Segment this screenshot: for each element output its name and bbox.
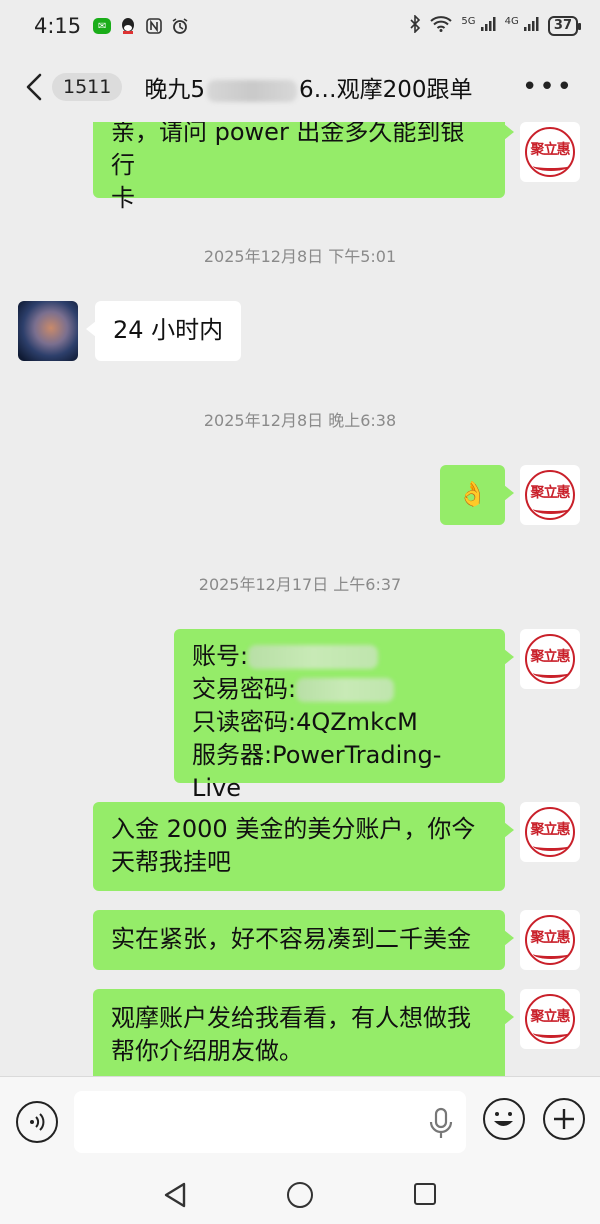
brand-logo-text: 聚立惠 — [530, 1009, 571, 1025]
my-avatar[interactable]: 聚立惠 — [520, 629, 580, 689]
incoming-message[interactable]: 24 小时内 — [85, 301, 242, 361]
brand-logo-text: 聚立惠 — [530, 930, 571, 946]
brand-logo-icon: 聚立惠 — [525, 807, 575, 857]
outgoing-message[interactable]: 账号: 交易密码: 只读密码:4QZmkcM 服务器:PowerTrading-… — [174, 629, 514, 802]
my-avatar[interactable]: 聚立惠 — [520, 465, 580, 525]
chat-title: 晚九5 6…观摩200跟单 — [144, 70, 472, 104]
more-options-icon[interactable]: ••• — [522, 72, 574, 102]
voice-wave-icon — [30, 1113, 45, 1131]
timestamp: 2025年12月8日 下午5:01 — [203, 247, 397, 266]
voice-mode-button[interactable] — [16, 1101, 58, 1143]
timestamp: 2025年12月17日 上午6:37 — [198, 575, 402, 594]
outgoing-message[interactable]: 亲，请问 power 出金多久能到银行 卡 — [93, 122, 514, 212]
alarm-icon — [171, 17, 189, 35]
my-avatar[interactable]: 聚立惠 — [520, 802, 580, 862]
brand-logo-icon: 聚立惠 — [525, 470, 575, 520]
redacted-title-text — [207, 79, 297, 102]
redacted-password — [296, 678, 395, 702]
account-label: 账号: — [192, 642, 249, 670]
brand-logo-text: 聚立惠 — [530, 649, 571, 665]
back-arrow-icon[interactable] — [20, 67, 48, 107]
message-text-input[interactable] — [74, 1091, 466, 1153]
battery-indicator: 37 — [547, 16, 582, 36]
trade-password-label: 交易密码: — [192, 675, 297, 703]
readonly-password-line: 只读密码:4QZmkcM — [192, 708, 418, 736]
message-text-line: 入金 2000 美金的美分账户，你今 — [111, 815, 476, 843]
system-navigation-bar — [0, 1168, 600, 1224]
chat-title-prefix: 晚九5 — [144, 77, 205, 103]
redacted-account — [248, 645, 379, 669]
message-list[interactable]: 亲，请问 power 出金多久能到银行 卡 聚立惠 2025年12月8日 下午5… — [0, 122, 600, 1076]
message-input-bar — [0, 1076, 600, 1168]
microphone-icon[interactable] — [428, 1107, 454, 1141]
message-text-line: 观摩账户发给我看看，有人想做我 — [111, 1004, 471, 1032]
nav-recents-icon[interactable] — [414, 1183, 436, 1205]
my-avatar[interactable]: 聚立惠 — [520, 910, 580, 970]
smiley-icon — [494, 1112, 513, 1126]
chat-header: 1511 晚九5 6…观摩200跟单 ••• — [0, 52, 600, 122]
status-time: 4:15 — [34, 14, 82, 38]
outgoing-message[interactable]: 入金 2000 美金的美分账户，你今 天帮我挂吧 — [93, 802, 514, 891]
timestamp: 2025年12月8日 晚上6:38 — [203, 411, 397, 430]
trade-password-line: 交易密码: — [192, 673, 487, 706]
outgoing-message[interactable]: 实在紧张，好不容易凑到二千美金 — [93, 910, 514, 970]
brand-logo-text: 聚立惠 — [530, 485, 571, 501]
plus-icon — [554, 1109, 574, 1129]
status-bar: 4:15 ✉ 5G 4G 37 — [0, 0, 600, 52]
server-line: 服务器:PowerTrading-Live — [192, 741, 442, 802]
qq-notification-icon — [119, 17, 137, 35]
outgoing-message[interactable]: 👌 — [440, 465, 514, 525]
more-functions-button[interactable] — [543, 1098, 585, 1140]
brand-logo-icon: 聚立惠 — [525, 634, 575, 684]
wifi-icon — [430, 16, 453, 36]
nav-back-icon[interactable] — [163, 1182, 187, 1212]
my-avatar[interactable]: 聚立惠 — [520, 989, 580, 1049]
brand-logo-icon: 聚立惠 — [525, 915, 575, 965]
status-right-icons: 5G 4G 37 — [409, 14, 582, 37]
wechat-notification-icon: ✉ — [93, 18, 112, 34]
message-text-line: 帮你介绍朋友做。 — [111, 1037, 303, 1065]
nfc-icon — [145, 17, 163, 35]
bluetooth-icon — [409, 14, 421, 37]
signal-5g-icon: 5G — [461, 16, 496, 36]
nav-home-icon[interactable] — [287, 1182, 313, 1208]
signal-4g-icon: 4G — [505, 16, 539, 36]
ok-hand-emoji: 👌 — [457, 480, 488, 508]
message-text-line: 卡 — [111, 184, 135, 212]
brand-logo-text: 聚立惠 — [530, 822, 571, 838]
message-text-line: 亲，请问 power 出金多久能到银行 — [111, 122, 465, 179]
emoji-button[interactable] — [483, 1098, 525, 1140]
message-text-line: 天帮我挂吧 — [111, 848, 231, 876]
my-avatar[interactable]: 聚立惠 — [520, 122, 580, 182]
brand-logo-icon: 聚立惠 — [525, 127, 575, 177]
outgoing-message[interactable]: 观摩账户发给我看看，有人想做我 帮你介绍朋友做。 — [93, 989, 514, 1076]
chat-title-suffix: 6…观摩200跟单 — [299, 77, 473, 103]
notification-icons: ✉ — [93, 17, 189, 35]
unread-count-badge[interactable]: 1511 — [52, 73, 123, 101]
brand-logo-icon: 聚立惠 — [525, 994, 575, 1044]
contact-avatar[interactable] — [18, 301, 78, 361]
brand-logo-text: 聚立惠 — [530, 142, 571, 158]
account-line: 账号: — [192, 640, 487, 673]
